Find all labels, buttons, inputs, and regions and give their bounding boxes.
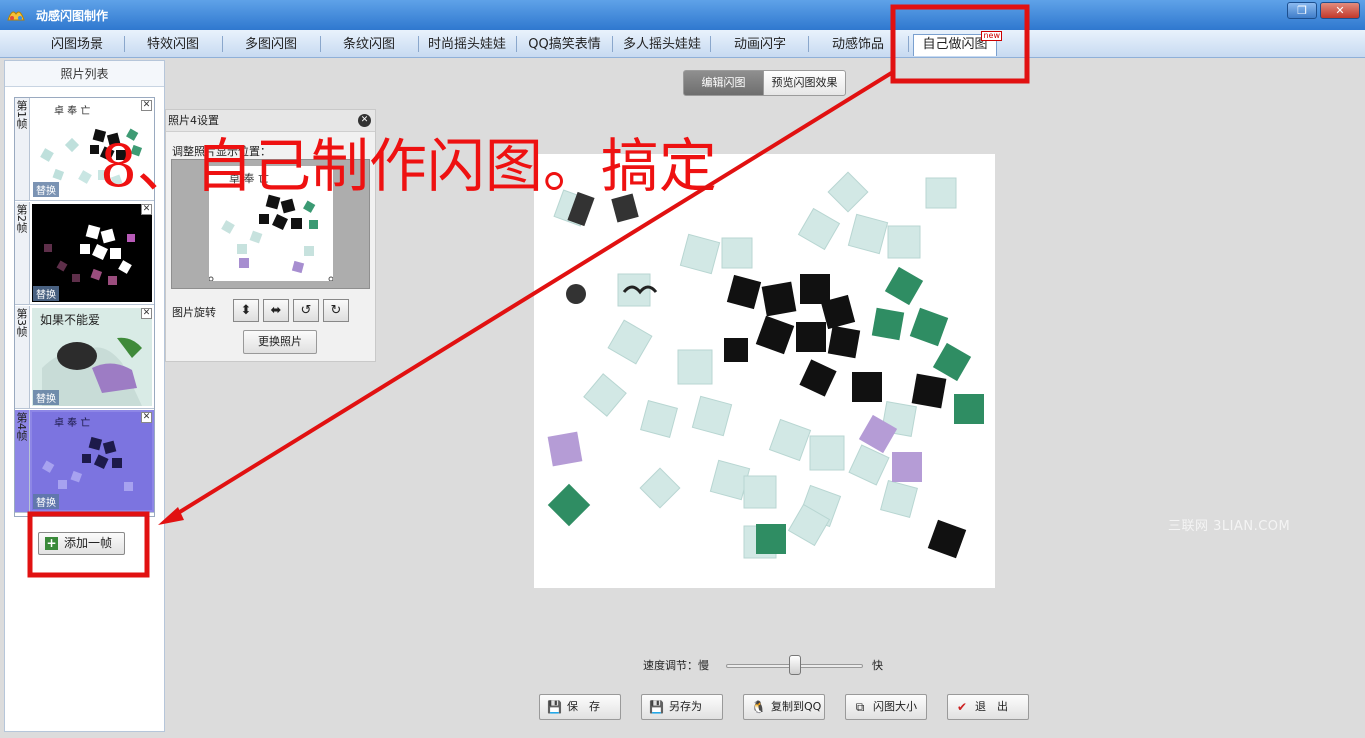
tab-animated-text[interactable]: 动画闪字	[714, 35, 806, 55]
speed-slider-thumb[interactable]	[788, 655, 801, 675]
save-icon: 💾	[547, 700, 562, 714]
tab-flash-scene[interactable]: 闪图场景	[32, 35, 122, 55]
qq-icon: 🐧	[751, 700, 766, 714]
rotate-left-button[interactable]: ↺	[293, 299, 319, 322]
save-label: 保 存	[567, 700, 600, 713]
add-frame-button[interactable]: + 添加一帧	[38, 532, 125, 555]
svg-text:如果不能爱: 如果不能爱	[40, 312, 100, 327]
app-title: 动感闪图制作	[36, 9, 109, 23]
frame-label: 第2帧	[15, 202, 30, 304]
save-as-label: 另存为	[669, 700, 702, 713]
restore-button[interactable]: ❐	[1287, 2, 1317, 19]
tab-divider	[808, 36, 809, 52]
title-bar: 动感闪图制作 ❐ ✕	[0, 0, 1365, 30]
tab-multi-image[interactable]: 多图闪图	[226, 35, 316, 55]
exit-icon: ✔	[956, 700, 968, 714]
flash-canvas[interactable]	[534, 154, 995, 588]
rotate-right-button[interactable]: ↻	[323, 299, 349, 322]
resize-button[interactable]: ⧉ 闪图大小	[845, 694, 927, 720]
annotation-text: 8、自己制作闪图。搞定	[100, 132, 717, 200]
tab-qq-funny[interactable]: QQ搞笑表情	[520, 35, 609, 55]
save-button[interactable]: 💾 保 存	[539, 694, 621, 720]
tab-multi-bobblehead[interactable]: 多人摇头娃娃	[616, 35, 708, 55]
edit-mode-button[interactable]: 编辑闪图	[683, 70, 764, 96]
resize-icon: ⧉	[855, 700, 865, 714]
rotate-label: 图片旋转	[172, 306, 216, 319]
tab-stripe-flash[interactable]: 条纹闪图	[324, 35, 414, 55]
save-as-button[interactable]: 💾 另存为	[641, 694, 723, 720]
replace-button[interactable]: 替换	[33, 182, 59, 197]
close-icon[interactable]: ✕	[141, 308, 152, 319]
svg-text:卓 奉 亡: 卓 奉 亡	[54, 416, 90, 429]
close-icon: ✕	[1335, 4, 1345, 17]
tab-accessories[interactable]: 动感饰品	[812, 35, 904, 55]
new-badge: new	[981, 31, 1002, 41]
app-logo-icon	[7, 11, 25, 21]
tab-divider	[320, 36, 321, 52]
frame-label: 第3帧	[15, 306, 30, 408]
tab-divider	[710, 36, 711, 52]
tab-divider	[222, 36, 223, 52]
watermark: 三联网 3LIAN.COM	[1168, 519, 1291, 534]
rotate-right-icon: ↻	[330, 303, 342, 318]
tab-divider	[124, 36, 125, 52]
flip-horizontal-button[interactable]: ⬌	[263, 299, 289, 322]
settings-title: 照片4设置	[166, 110, 375, 132]
tab-diy-flash-label: 自己做闪图	[922, 37, 988, 52]
close-icon[interactable]: ✕	[141, 204, 152, 215]
frame-item[interactable]: 第3帧 如果不能爱 ✕ 替换	[15, 306, 154, 409]
tab-divider	[612, 36, 613, 52]
replace-button[interactable]: 替换	[33, 390, 59, 405]
flip-horizontal-icon: ⬌	[270, 303, 282, 318]
plus-icon: +	[45, 536, 58, 550]
tab-bobblehead[interactable]: 时尚摇头娃娃	[421, 35, 513, 55]
restore-icon: ❐	[1297, 4, 1307, 17]
tab-bar: 闪图场景 特效闪图 多图闪图 条纹闪图 时尚摇头娃娃 QQ搞笑表情 多人摇头娃娃…	[0, 30, 1365, 58]
speed-label: 速度调节：慢	[643, 659, 709, 672]
frame-item-selected[interactable]: 第4帧 卓 奉 亡 ✕ 替换	[15, 410, 154, 513]
preview-mode-button[interactable]: 预览闪图效果	[763, 70, 846, 96]
copy-to-qq-button[interactable]: 🐧 复制到QQ	[743, 694, 825, 720]
tab-divider	[418, 36, 419, 52]
rotate-left-icon: ↺	[300, 303, 312, 318]
frame-label: 第4帧	[15, 410, 30, 512]
frame-label: 第1帧	[15, 98, 30, 200]
tab-divider	[516, 36, 517, 52]
replace-button[interactable]: 替换	[33, 286, 59, 301]
tab-effect-flash[interactable]: 特效闪图	[128, 35, 218, 55]
tab-diy-flash[interactable]: 自己做闪图 new	[913, 31, 1002, 56]
resize-label: 闪图大小	[873, 700, 917, 713]
photo-list-title: 照片列表	[5, 61, 164, 87]
close-icon[interactable]: ✕	[358, 114, 371, 127]
flip-vertical-icon: ⬍	[240, 303, 252, 318]
svg-text:卓 奉 亡: 卓 奉 亡	[54, 104, 90, 117]
exit-label: 退 出	[975, 700, 1008, 713]
replace-button[interactable]: 替换	[33, 494, 59, 509]
frame-item[interactable]: 第2帧 ✕ 替换	[15, 202, 154, 305]
add-frame-label: 添加一帧	[64, 536, 113, 550]
close-icon[interactable]: ✕	[141, 412, 152, 423]
close-icon[interactable]: ✕	[141, 100, 152, 111]
copy-to-qq-label: 复制到QQ	[771, 700, 822, 713]
change-photo-button[interactable]: 更换照片	[243, 330, 317, 354]
exit-button[interactable]: ✔ 退 出	[947, 694, 1029, 720]
speed-fast-label: 快	[872, 659, 883, 672]
close-button[interactable]: ✕	[1320, 2, 1360, 19]
save-as-icon: 💾	[649, 700, 664, 714]
flip-vertical-button[interactable]: ⬍	[233, 299, 259, 322]
mode-toggle: 编辑闪图 预览闪图效果	[683, 70, 846, 96]
tab-divider	[908, 36, 909, 52]
